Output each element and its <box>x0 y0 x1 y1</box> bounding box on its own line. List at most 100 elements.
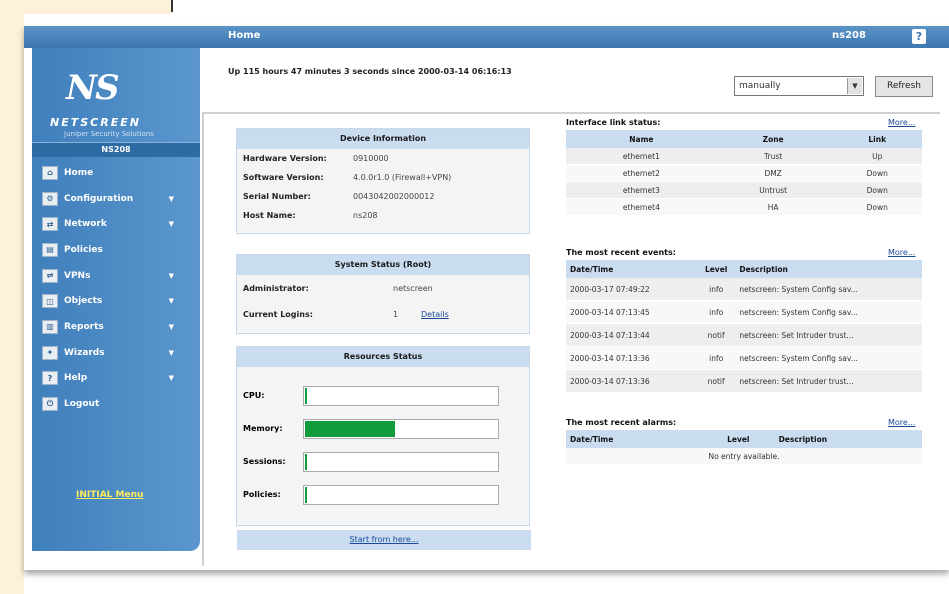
resource-label: Sessions: <box>243 457 286 466</box>
column-header: Description <box>774 430 922 448</box>
device-info-key: Serial Number: <box>243 192 311 201</box>
sidebar-item-label: Objects <box>64 296 103 307</box>
events-more-link[interactable]: More... <box>888 248 915 257</box>
submenu-arrow-icon: ▼ <box>168 297 174 306</box>
table-row: 2000-03-14 07:13:36 info netscreen: System… <box>566 346 922 370</box>
table-row: No entry available. <box>566 448 922 465</box>
table-cell: Up <box>829 148 922 165</box>
wizards-icon: ✦ <box>42 345 58 360</box>
sidebar-item-logout[interactable]: ⏻ Logout <box>42 391 194 417</box>
device-info-row: Hardware Version: 0910000 <box>237 149 529 168</box>
config-icon: ⚙ <box>42 191 58 206</box>
interface-status-title: Interface link status: <box>566 118 661 127</box>
table-cell: DMZ <box>713 164 830 182</box>
table-cell: Down <box>829 164 922 182</box>
home-icon: ⌂ <box>42 165 58 180</box>
column-header: Level <box>693 260 736 278</box>
table-row: ethernet2 DMZ Down <box>566 164 922 182</box>
submenu-arrow-icon: ▼ <box>168 220 174 229</box>
start-from-here-link[interactable]: Start from here... <box>237 530 531 550</box>
initial-menu-link[interactable]: INITIAL Menu <box>76 490 143 500</box>
table-cell: info <box>693 278 736 301</box>
sidebar-item-network[interactable]: ⇄ Network ▼ <box>42 211 194 237</box>
resource-usage-fill <box>305 453 307 470</box>
device-info-value: 4.0.0r1.0 (Firewall+VPN) <box>353 173 452 182</box>
device-info-rows: Hardware Version: 0910000 Software Version… <box>237 149 529 225</box>
sidebar: NS NETSCREEN Juniper Security Solutions … <box>32 48 200 551</box>
help-icon[interactable]: ? <box>912 29 926 44</box>
resource-usage-bar <box>303 418 499 439</box>
table-cell: 2000-03-14 07:13:44 <box>566 323 694 347</box>
device-model: NS208 <box>32 142 200 157</box>
uptime-text: Up 115 hours 47 minutes 3 seconds since … <box>228 67 512 76</box>
alarms-table: Date/Time Level Description No entry availa… <box>566 430 922 465</box>
refresh-button[interactable]: Refresh <box>875 76 933 97</box>
chevron-down-icon[interactable]: ▼ <box>847 78 862 94</box>
system-status-panel: System Status (Root) Administrator: nets… <box>236 254 530 334</box>
table-cell: info <box>693 300 736 324</box>
resources-rows: CPU: Memory: Sessions: Policies: <box>237 367 529 511</box>
brand-name: NETSCREEN <box>50 116 141 129</box>
brand-subtitle: Juniper Security Solutions <box>64 130 154 138</box>
column-header: Zone <box>713 130 830 148</box>
events-table: Date/Time Level Description 2000-03-17 07:4… <box>566 260 922 393</box>
table-cell: 2000-03-14 07:13:36 <box>566 346 694 370</box>
resources-panel: Resources Status CPU: Memory: Sessions: Pol… <box>236 346 530 526</box>
sidebar-item-objects[interactable]: ◫ Objects ▼ <box>42 288 194 314</box>
column-header: Date/Time <box>566 260 694 278</box>
table-row: ethernet4 HA Down <box>566 198 922 216</box>
sidebar-item-policies[interactable]: ▤ Policies <box>42 237 194 263</box>
device-info-value: 0043042002000012 <box>353 192 435 201</box>
column-header: Link <box>829 130 922 148</box>
resource-usage-bar <box>303 484 499 505</box>
submenu-arrow-icon: ▼ <box>168 322 174 331</box>
resource-row: CPU: <box>237 379 529 412</box>
sidebar-item-reports[interactable]: ▥ Reports ▼ <box>42 314 194 340</box>
main-content: Device Information Hardware Version: 0910… <box>202 112 940 566</box>
reports-icon: ▥ <box>42 319 58 334</box>
page-margin <box>0 0 24 594</box>
logout-icon: ⏻ <box>42 397 58 412</box>
sidebar-item-configuration[interactable]: ⚙ Configuration ▼ <box>42 186 194 212</box>
resource-row: Policies: <box>237 478 529 511</box>
table-cell: 2000-03-17 07:49:22 <box>566 278 694 301</box>
resource-usage-fill <box>305 420 395 437</box>
table-header-row: Date/Time Level Description <box>566 260 922 278</box>
column-header: Name <box>566 130 714 148</box>
table-row: 2000-03-14 07:13:44 notif netscreen: Set I… <box>566 323 922 347</box>
table-cell: netscreen: System Config sav... <box>735 346 922 370</box>
logins-value: 1 <box>393 309 399 319</box>
details-link[interactable]: Details <box>421 310 449 319</box>
alarms-title: The most recent alarms: <box>566 418 677 427</box>
sidebar-item-label: Reports <box>64 321 104 332</box>
refresh-select[interactable]: manually ▼ <box>734 76 864 96</box>
table-row: 2000-03-17 07:49:22 info netscreen: System… <box>566 278 922 301</box>
interface-more-link[interactable]: More... <box>888 118 915 127</box>
device-info-row: Software Version: 4.0.0r1.0 (Firewall+VPN… <box>237 168 529 187</box>
table-cell: ethernet4 <box>566 198 714 216</box>
device-info-row: Host Name: ns208 <box>237 206 529 225</box>
netscreen-logo: NS <box>66 68 120 108</box>
table-cell: ethernet3 <box>566 181 714 199</box>
resources-title: Resources Status <box>237 347 529 367</box>
table-cell: Untrust <box>713 181 830 199</box>
table-cell: info <box>693 346 736 370</box>
table-cell: ethernet2 <box>566 164 714 182</box>
table-row: 2000-03-14 07:13:36 notif netscreen: Set I… <box>566 369 922 393</box>
table-cell: notif <box>693 369 736 393</box>
refresh-select-value: manually <box>739 81 781 91</box>
device-info-row: Serial Number: 0043042002000012 <box>237 187 529 206</box>
admin-label: Administrator: <box>243 283 309 293</box>
sidebar-item-home[interactable]: ⌂ Home <box>42 160 194 186</box>
vpn-icon: ⇌ <box>42 268 58 283</box>
alarms-more-link[interactable]: More... <box>888 418 915 427</box>
sidebar-item-vpns[interactable]: ⇌ VPNs ▼ <box>42 263 194 289</box>
hostname-label: ns208 <box>832 30 866 41</box>
column-header: Description <box>735 260 922 278</box>
device-info-key: Host Name: <box>243 211 296 220</box>
network-icon: ⇄ <box>42 217 58 232</box>
sidebar-item-help[interactable]: ? Help ▼ <box>42 366 194 392</box>
top-bar: Home ns208 ? <box>24 26 949 48</box>
resource-usage-bar <box>303 385 499 406</box>
sidebar-item-wizards[interactable]: ✦ Wizards ▼ <box>42 340 194 366</box>
